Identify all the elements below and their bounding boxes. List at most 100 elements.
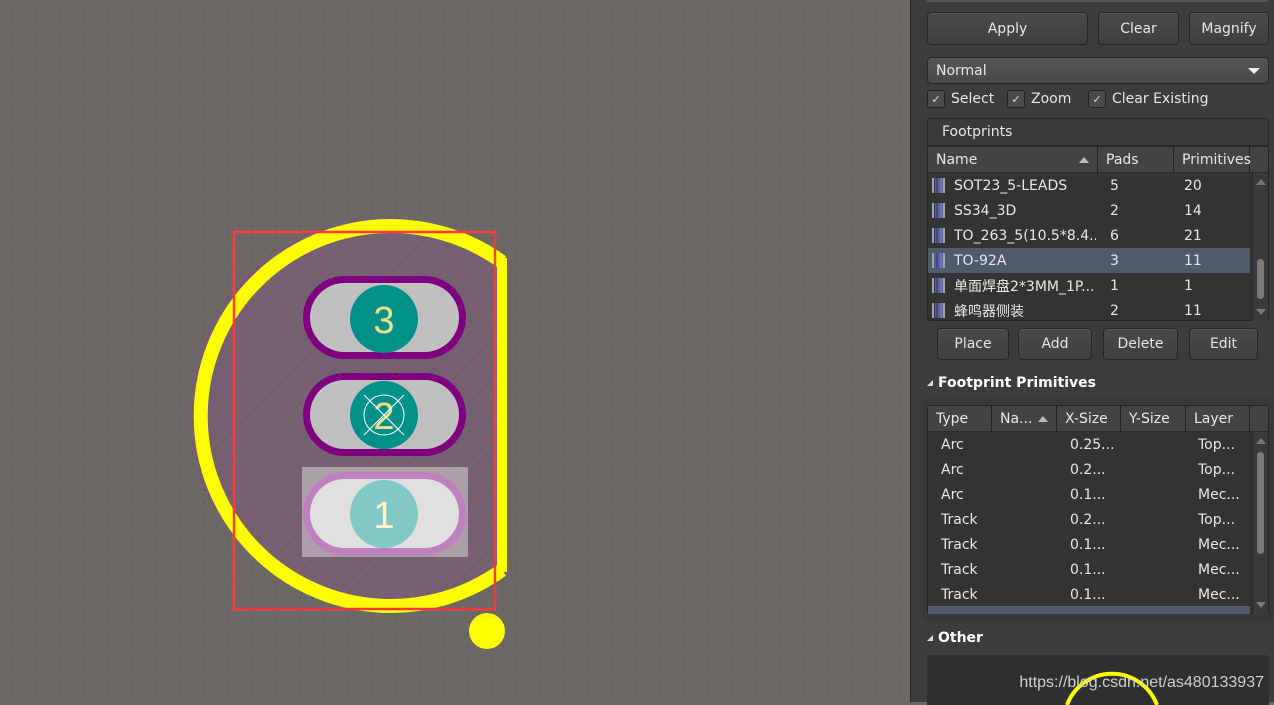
column-label: Layer bbox=[1194, 411, 1234, 427]
primitive-row[interactable]: Track 0.1... Mec... bbox=[928, 532, 1250, 557]
primitive-layer: Mec... bbox=[1198, 561, 1240, 578]
checkbox-label: Clear Existing bbox=[1112, 91, 1209, 107]
collapse-triangle-icon bbox=[927, 635, 933, 641]
column-label: Na... bbox=[1000, 411, 1033, 427]
column-header-primitives[interactable]: Primitives bbox=[1174, 147, 1251, 173]
scroll-up-icon[interactable] bbox=[1256, 179, 1266, 185]
pad-number: 3 bbox=[373, 300, 394, 342]
place-button[interactable]: Place bbox=[937, 328, 1009, 360]
footprints-table: Name Pads Primitives SOT23_5-LEADS 5 20 SS3… bbox=[927, 146, 1269, 321]
primitive-y-size bbox=[1133, 532, 1183, 557]
clear-existing-checkbox[interactable]: ✓ Clear Existing bbox=[1088, 89, 1209, 109]
primitive-name bbox=[1000, 457, 1055, 482]
checkmark-icon: ✓ bbox=[1007, 90, 1025, 108]
primitive-type: Arc bbox=[941, 436, 964, 453]
footprint-row[interactable]: TO_263_5(10.5*8.4... 6 21 bbox=[928, 223, 1250, 248]
primitive-row[interactable]: Arc 0.25... Top... bbox=[928, 432, 1250, 457]
primitive-x-size: 0.2... bbox=[1070, 511, 1106, 528]
footprint-pads: 6 bbox=[1110, 227, 1119, 244]
footprint-pads: 5 bbox=[1110, 177, 1119, 194]
primitive-layer: Mec... bbox=[1198, 586, 1240, 603]
checkbox-label: Select bbox=[951, 91, 995, 107]
footprint-primitives: 21 bbox=[1184, 227, 1202, 244]
pad-2[interactable]: 2 bbox=[303, 373, 466, 456]
scroll-down-icon[interactable] bbox=[1256, 309, 1266, 315]
scrollbar-thumb[interactable] bbox=[1257, 452, 1264, 554]
footprint-row[interactable]: 蜂鸣器侧装 2 11 bbox=[928, 298, 1250, 323]
primitive-type: Arc bbox=[941, 486, 964, 503]
scroll-up-icon[interactable] bbox=[1256, 438, 1266, 444]
primitive-row[interactable]: Track 0.1... Mec... bbox=[928, 557, 1250, 582]
footprints-title: Footprints bbox=[942, 124, 1013, 140]
scrollbar-thumb[interactable] bbox=[1257, 259, 1264, 299]
footprint-icon bbox=[932, 203, 946, 218]
scroll-down-icon[interactable] bbox=[1256, 602, 1266, 608]
select-checkbox[interactable]: ✓ Select bbox=[927, 89, 994, 109]
clear-button[interactable]: Clear bbox=[1098, 12, 1179, 45]
primitive-type: Arc bbox=[941, 461, 964, 478]
primitive-name bbox=[1000, 507, 1055, 532]
column-header-name[interactable]: Name bbox=[928, 147, 1098, 173]
magnify-button[interactable]: Magnify bbox=[1189, 12, 1269, 45]
primitive-y-size bbox=[1133, 457, 1183, 482]
column-label: Type bbox=[936, 411, 969, 427]
primitive-row[interactable]: Track 0.2... Top... bbox=[928, 507, 1250, 532]
primitive-x-size: 0.1... bbox=[1070, 561, 1106, 578]
primitive-x-size: 0.1... bbox=[1070, 536, 1106, 553]
footprint-row[interactable]: TO-92A 3 11 bbox=[928, 248, 1250, 273]
footprint-name: 蜂鸣器侧装 bbox=[954, 303, 1024, 320]
primitive-y-size bbox=[1133, 582, 1183, 607]
primitive-layer: Mec... bbox=[1198, 536, 1240, 553]
dropdown-value: Normal bbox=[936, 62, 987, 79]
footprint-row[interactable]: SS34_3D 2 14 bbox=[928, 198, 1250, 223]
primitive-layer: Top... bbox=[1198, 461, 1235, 478]
collapse-triangle-icon bbox=[927, 380, 933, 386]
footprint-row[interactable]: 单面焊盘2*3MM_1P... 1 1 bbox=[928, 273, 1250, 298]
footprints-scrollbar[interactable] bbox=[1252, 173, 1268, 321]
primitive-name bbox=[1000, 532, 1055, 557]
pcb-library-panel: Apply Clear Magnify Normal ✓ Select ✓ Zo… bbox=[910, 0, 1274, 705]
pcb-canvas[interactable]: 3 2 1 bbox=[0, 0, 910, 702]
zoom-checkbox[interactable]: ✓ Zoom bbox=[1007, 89, 1071, 109]
column-header-x-size[interactable]: X-Size bbox=[1057, 406, 1121, 432]
section-title: Footprint Primitives bbox=[938, 375, 1096, 391]
primitive-row[interactable]: Track 0.1... Mec... bbox=[928, 582, 1250, 607]
apply-button[interactable]: Apply bbox=[927, 12, 1088, 45]
column-label: Primitives bbox=[1182, 152, 1251, 168]
other-section-header[interactable]: Other bbox=[927, 630, 983, 646]
primitive-x-size: 0.1... bbox=[1070, 586, 1106, 603]
pad-3[interactable]: 3 bbox=[303, 276, 466, 359]
chevron-down-icon bbox=[1248, 68, 1260, 74]
column-header-pads[interactable]: Pads bbox=[1098, 147, 1174, 173]
column-header-name[interactable]: Na... bbox=[992, 406, 1057, 432]
column-header-y-size[interactable]: Y-Size bbox=[1121, 406, 1186, 432]
panel-divider bbox=[927, 0, 1268, 2]
primitive-y-size bbox=[1133, 432, 1183, 457]
mask-mode-dropdown[interactable]: Normal bbox=[927, 57, 1269, 84]
footprint-view[interactable]: 3 2 1 bbox=[0, 0, 910, 702]
column-header-layer[interactable]: Layer bbox=[1186, 406, 1250, 432]
footprint-primitives-section-header[interactable]: Footprint Primitives bbox=[927, 375, 1096, 391]
delete-button[interactable]: Delete bbox=[1103, 328, 1178, 360]
checkmark-icon: ✓ bbox=[1088, 90, 1106, 108]
pad-number: 1 bbox=[373, 495, 394, 537]
primitive-type: Track bbox=[941, 511, 978, 528]
footprint-pads: 2 bbox=[1110, 202, 1119, 219]
primitive-layer: Mec... bbox=[1198, 486, 1240, 503]
add-button[interactable]: Add bbox=[1018, 328, 1092, 360]
primitive-row[interactable]: Arc 0.1... Mec... bbox=[928, 482, 1250, 507]
footprint-pads: 1 bbox=[1110, 277, 1119, 294]
primitive-row[interactable]: Arc 0.2... Top... bbox=[928, 457, 1250, 482]
footprint-row[interactable]: SOT23_5-LEADS 5 20 bbox=[928, 173, 1250, 198]
primitive-x-size: 0.2... bbox=[1070, 461, 1106, 478]
edit-button[interactable]: Edit bbox=[1189, 328, 1258, 360]
primitive-name bbox=[1000, 582, 1055, 607]
footprint-primitives: 11 bbox=[1184, 252, 1202, 269]
primitives-scrollbar[interactable] bbox=[1252, 432, 1268, 614]
footprint-icon bbox=[932, 278, 946, 293]
primitive-x-size: 0.25... bbox=[1070, 436, 1115, 453]
selected-row-partial[interactable] bbox=[928, 606, 1250, 614]
column-header-type[interactable]: Type bbox=[928, 406, 992, 432]
pad-1[interactable]: 1 bbox=[302, 467, 468, 557]
footprint-icon bbox=[932, 253, 946, 268]
